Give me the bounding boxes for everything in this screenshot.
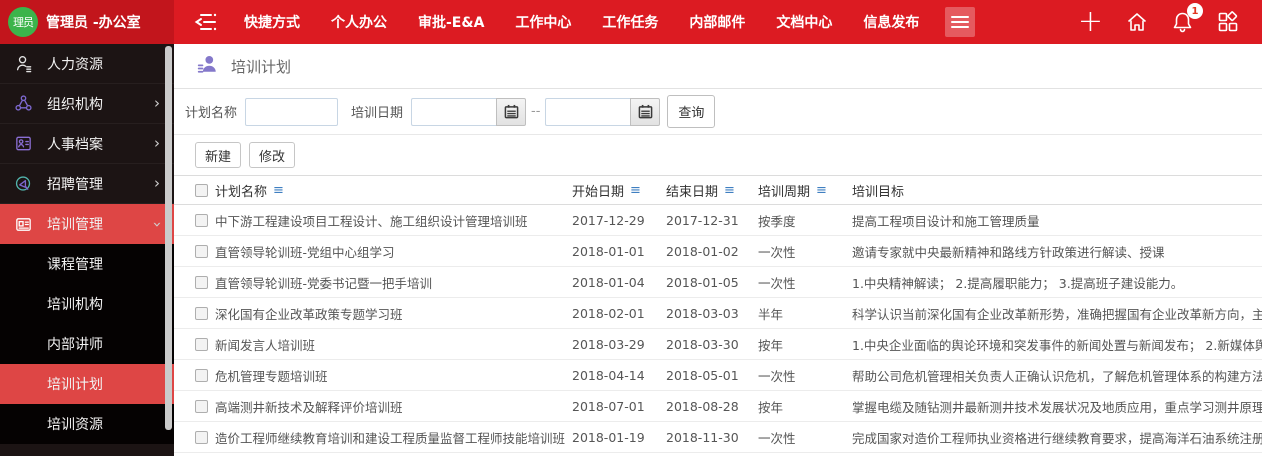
nav-item-document-center[interactable]: 文档中心 [776, 12, 832, 32]
nav-item-personal-office[interactable]: 个人办公 [331, 12, 387, 32]
sidebar-subitem-training-org[interactable]: 培训机构 [0, 284, 174, 324]
sort-icon[interactable]: ≡ [630, 183, 641, 198]
table-row[interactable]: 造价工程师继续教育培训和建设工程质量监督工程师技能培训班 2018-01-19 … [174, 422, 1262, 453]
apps-grid-icon[interactable] [1216, 10, 1240, 34]
filter-bar: 计划名称 培训日期 -- 查询 [174, 89, 1262, 135]
home-icon[interactable] [1125, 10, 1149, 34]
column-header-plan-name[interactable]: 计划名称 ≡ [215, 181, 572, 200]
plan-name-input[interactable] [245, 97, 339, 126]
search-button[interactable]: 查询 [667, 95, 716, 128]
top-bar: 理员 管理员 -办公室 快捷方式 个人办公 审批-E&A 工作中心 工作任务 内… [0, 0, 1262, 44]
megaphone-icon [13, 174, 33, 193]
chevron-right-icon: › [154, 174, 160, 192]
topbar-icon-group: + 1 [1078, 3, 1262, 37]
row-checkbox[interactable] [195, 337, 208, 351]
chevron-right-icon: › [154, 94, 160, 112]
sidebar-item-training[interactable]: 培训管理 › [0, 204, 174, 244]
sidebar-item-label: 组织机构 [47, 96, 103, 113]
row-checkbox[interactable] [195, 213, 208, 227]
hamburger-menu-icon[interactable] [945, 7, 976, 37]
calendar-icon[interactable] [496, 97, 527, 126]
sidebar-subitem-training-resource[interactable]: 培训资源 [0, 404, 174, 444]
select-all-checkbox[interactable] [195, 183, 208, 197]
add-icon[interactable]: + [1078, 7, 1103, 37]
table-row[interactable]: 危机管理专题培训班 2018-04-14 2018-05-01 一次性 帮助公司… [174, 360, 1262, 391]
column-header-goal: 培训目标 [852, 184, 905, 200]
main-content: 培训计划 计划名称 培训日期 -- 查询 新建 修改 计划名称 ≡ 开始日期 ≡… [174, 44, 1262, 456]
chevron-right-icon: › [154, 134, 160, 152]
table-row[interactable]: 新闻发言人培训班 2018-03-29 2018-03-30 按年 1.中央企业… [174, 329, 1262, 360]
user-area[interactable]: 理员 管理员 -办公室 [0, 0, 174, 44]
edit-button[interactable]: 修改 [249, 142, 296, 168]
org-network-icon [13, 94, 33, 113]
date-to-group [545, 97, 661, 126]
column-header-period[interactable]: 培训周期 ≡ [758, 181, 852, 200]
sidebar-scrollbar[interactable] [165, 46, 172, 430]
column-header-start-date[interactable]: 开始日期 ≡ [572, 181, 666, 200]
table-row[interactable]: 中下游工程建设项目工程设计、施工组织设计管理培训班 2017-12-29 201… [174, 205, 1262, 236]
nav-item-info-publish[interactable]: 信息发布 [863, 12, 919, 32]
row-checkbox[interactable] [195, 306, 208, 320]
row-checkbox[interactable] [195, 430, 208, 444]
plan-name-label: 计划名称 [185, 106, 238, 121]
person-list-icon [13, 54, 33, 73]
sidebar-item-label: 培训管理 [47, 217, 103, 233]
id-document-icon [13, 134, 33, 153]
sidebar-item-org[interactable]: 组织机构 › [0, 84, 174, 124]
id-badge-icon [13, 215, 33, 234]
training-date-label: 培训日期 [351, 106, 404, 121]
sidebar-item-hr[interactable]: 人力资源 [0, 44, 174, 84]
sidebar-item-label: 人力资源 [47, 56, 103, 73]
sidebar-subitem-course-mgmt[interactable]: 课程管理 [0, 244, 174, 284]
table-header: 计划名称 ≡ 开始日期 ≡ 结束日期 ≡ 培训周期 ≡ 培训目标 [174, 175, 1262, 205]
table-row[interactable]: 直管领导轮训班-党组中心组学习 2018-01-01 2018-01-02 一次… [174, 236, 1262, 267]
chevron-down-icon: › [148, 221, 167, 227]
sidebar-item-personnel-archive[interactable]: 人事档案 › [0, 124, 174, 164]
column-header-end-date[interactable]: 结束日期 ≡ [666, 181, 758, 200]
table-row[interactable]: 深化国有企业改革政策专题学习班 2018-02-01 2018-03-03 半年… [174, 298, 1262, 329]
sidebar-item-label: 招聘管理 [47, 176, 103, 193]
sort-icon[interactable]: ≡ [724, 183, 735, 198]
sidebar: 人力资源 组织机构 › 人事档案 › 招聘管理 › 培训管理 › 课程管理 培训… [0, 44, 174, 456]
nav-item-approval-ea[interactable]: 审批-E&A [418, 12, 484, 32]
nav-item-work-tasks[interactable]: 工作任务 [602, 12, 658, 32]
sort-icon[interactable]: ≡ [273, 183, 284, 198]
date-range-separator: -- [531, 104, 541, 119]
sidebar-subitem-internal-lecturer[interactable]: 内部讲师 [0, 324, 174, 364]
row-checkbox[interactable] [195, 275, 208, 289]
app-window: 理员 管理员 -办公室 快捷方式 个人办公 审批-E&A 工作中心 工作任务 内… [0, 0, 1262, 456]
nav-item-shortcuts[interactable]: 快捷方式 [244, 12, 300, 32]
sidebar-item-recruitment[interactable]: 招聘管理 › [0, 164, 174, 204]
new-button[interactable]: 新建 [195, 142, 242, 168]
calendar-icon[interactable] [630, 97, 661, 126]
menu-fold-icon[interactable] [194, 10, 220, 34]
top-navigation: 快捷方式 个人办公 审批-E&A 工作中心 工作任务 内部邮件 文档中心 信息发… [244, 12, 919, 32]
avatar[interactable]: 理员 [8, 7, 38, 37]
training-submenu: 课程管理 培训机构 内部讲师 培训计划 培训资源 [0, 244, 174, 444]
date-from-group [411, 97, 527, 126]
user-label: 管理员 -办公室 [46, 15, 141, 31]
page-title: 培训计划 [231, 57, 292, 76]
bell-icon[interactable]: 1 [1171, 3, 1203, 34]
action-bar: 新建 修改 [174, 135, 1262, 175]
table-row[interactable]: 高端测井新技术及解释评价培训班 2018-07-01 2018-08-28 按年… [174, 391, 1262, 422]
date-to-input[interactable] [545, 97, 631, 126]
sidebar-subitem-training-plan[interactable]: 培训计划 [0, 364, 174, 404]
sidebar-item-label: 人事档案 [47, 136, 103, 153]
page-header: 培训计划 [174, 44, 1262, 89]
notification-badge: 1 [1187, 3, 1203, 19]
nav-item-work-center[interactable]: 工作中心 [515, 12, 571, 32]
row-checkbox[interactable] [195, 399, 208, 413]
row-checkbox[interactable] [195, 368, 208, 382]
nav-item-internal-mail[interactable]: 内部邮件 [689, 12, 745, 32]
date-from-input[interactable] [411, 97, 497, 126]
row-checkbox[interactable] [195, 244, 208, 258]
table-row[interactable]: 直管领导轮训班-党委书记暨一把手培训 2018-01-04 2018-01-05… [174, 267, 1262, 298]
sort-icon[interactable]: ≡ [816, 183, 827, 198]
training-plan-icon [196, 53, 218, 79]
